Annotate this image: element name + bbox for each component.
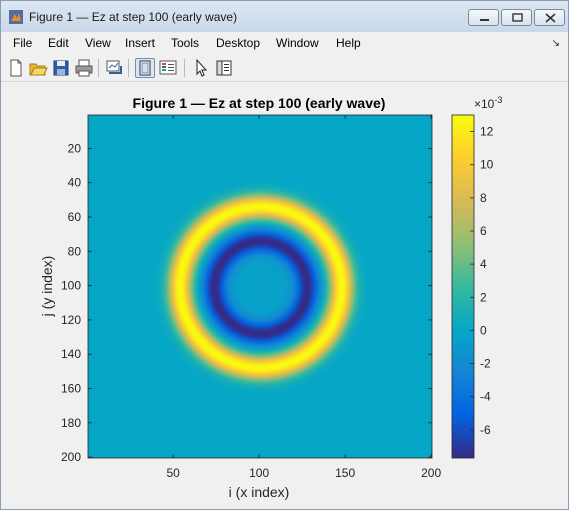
colorbar[interactable]: 12 10 8 6 4 2 0 -2 -4 -6 ×10-3 [451, 95, 502, 459]
colorbar-tick-label: 2 [480, 290, 487, 304]
colorbar-gradient [451, 114, 475, 459]
plot-svg: Figure 1 — Ez at step 100 (early wave) 5… [39, 95, 502, 500]
chart-title: Figure 1 — Ez at step 100 (early wave) [133, 95, 386, 111]
colorbar-tick-label: -4 [480, 390, 491, 404]
open-file-icon [29, 63, 48, 76]
minimize-icon [480, 19, 489, 21]
save-button[interactable] [51, 58, 71, 78]
x-tick-label: 50 [166, 466, 180, 480]
colorbar-exponent: ×10-3 [474, 95, 502, 111]
colorbar-tick-label: 10 [480, 158, 494, 172]
new-figure-button[interactable] [6, 58, 26, 78]
show-plot-tools-button[interactable] [214, 58, 234, 78]
title-bar[interactable]: Figure 1 — Ez at step 100 (early wave) [1, 1, 568, 32]
y-tick-label: 40 [68, 176, 82, 190]
insert-colorbar-icon [159, 60, 177, 75]
link-plot-button[interactable] [104, 58, 124, 78]
insert-colorbar-button[interactable] [158, 58, 178, 78]
colorbar-tick-label: -6 [480, 423, 491, 437]
x-tick-label: 150 [335, 466, 355, 480]
maximize-button[interactable] [501, 9, 532, 26]
heatmap-image [88, 115, 432, 458]
print-icon [75, 59, 93, 77]
colorbar-exponent-power: -3 [494, 95, 502, 105]
colorbar-tick-label: 12 [480, 125, 494, 139]
toolbar-separator [184, 59, 185, 77]
menu-bar: File Edit View Insert Tools Desktop Wind… [1, 32, 568, 54]
y-tick-label: 140 [61, 347, 81, 361]
hide-plot-tools-icon [139, 60, 151, 76]
colorbar-tick-label: 8 [480, 191, 487, 205]
toolbar-separator [128, 59, 129, 77]
menu-view[interactable]: View [85, 36, 111, 50]
x-axis-label: i (x index) [229, 484, 290, 500]
matlab-logo-icon [9, 10, 23, 24]
x-tick-label: 200 [421, 466, 441, 480]
toolbar-separator [98, 59, 99, 77]
close-button[interactable] [534, 9, 565, 26]
menu-file[interactable]: File [13, 36, 32, 50]
colorbar-tick-label: 0 [480, 323, 487, 337]
y-tick-label: 160 [61, 382, 81, 396]
save-icon [53, 60, 69, 76]
open-file-button[interactable] [28, 58, 48, 78]
figure-canvas: Figure 1 — Ez at step 100 (early wave) 5… [6, 83, 563, 504]
hide-plot-tools-button[interactable] [135, 58, 155, 78]
menu-window[interactable]: Window [276, 36, 319, 50]
colorbar-exponent-base: ×10 [474, 97, 495, 111]
maximize-icon [512, 13, 523, 22]
colorbar-tick-label: 6 [480, 224, 487, 238]
edit-plot-button[interactable] [191, 58, 211, 78]
y-tick-label: 180 [61, 416, 81, 430]
y-tick-label: 120 [61, 313, 81, 327]
select-arrow-icon [196, 58, 208, 77]
menu-desktop[interactable]: Desktop [216, 36, 260, 50]
y-tick-label: 60 [68, 210, 82, 224]
y-axis-label: j (y index) [39, 256, 55, 318]
dock-figure-icon[interactable]: ↘ [552, 38, 560, 49]
colorbar-tick-label: -2 [480, 357, 491, 371]
minimize-button[interactable] [468, 9, 499, 26]
y-tick-label: 200 [61, 450, 81, 464]
menu-insert[interactable]: Insert [125, 36, 155, 50]
show-plot-tools-icon [216, 60, 232, 76]
y-tick-label: 20 [68, 141, 82, 155]
print-button[interactable] [74, 58, 94, 78]
heatmap-axes[interactable] [87, 114, 433, 459]
colorbar-tick-label: 4 [480, 257, 487, 271]
y-tick-label: 80 [68, 244, 82, 258]
menu-edit[interactable]: Edit [48, 36, 69, 50]
figure-window: Figure 1 — Ez at step 100 (early wave) F… [0, 0, 569, 510]
link-plot-icon [106, 60, 122, 74]
menu-help[interactable]: Help [336, 36, 361, 50]
close-icon [545, 13, 556, 23]
window-title: Figure 1 — Ez at step 100 (early wave) [29, 10, 238, 24]
menu-tools[interactable]: Tools [171, 36, 199, 50]
y-tick-label: 100 [61, 279, 81, 293]
figure-toolbar [1, 55, 568, 82]
x-tick-label: 100 [249, 466, 269, 480]
new-figure-icon [10, 59, 22, 77]
